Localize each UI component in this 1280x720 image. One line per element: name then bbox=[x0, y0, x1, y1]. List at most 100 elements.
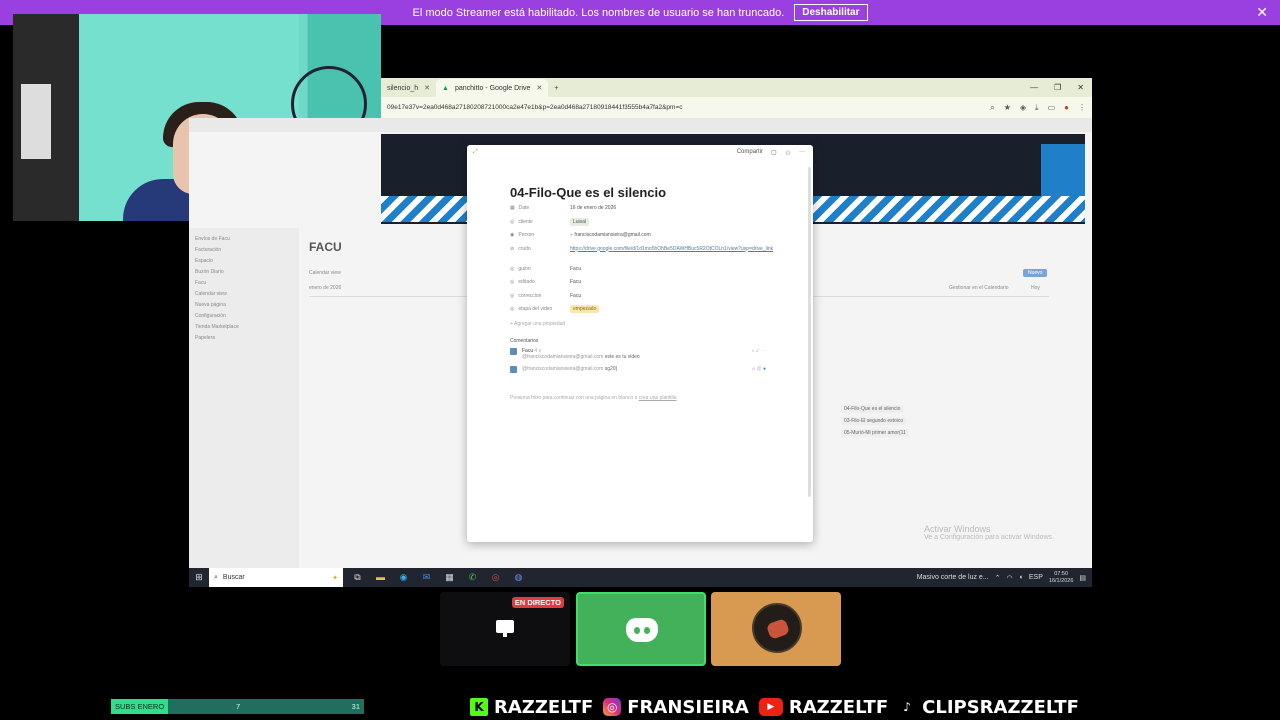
add-property-button[interactable]: + Agregar una propiedad bbox=[510, 321, 780, 327]
minimize-icon[interactable]: — bbox=[1030, 83, 1038, 92]
modal-scrollbar[interactable] bbox=[808, 167, 811, 497]
mention-icon[interactable]: @ bbox=[757, 366, 762, 372]
property-row[interactable]: ◎ correccion Facu bbox=[510, 293, 780, 307]
calendar-event[interactable]: 03-Filo-El segundo estoico bbox=[841, 417, 907, 425]
property-row[interactable]: ◉ Person ● franciscodamiansieira@gmail.com bbox=[510, 232, 780, 246]
speaker-icon[interactable]: ◖ bbox=[1019, 574, 1023, 581]
url-text[interactable]: 09e17e37v=2ea0d468a27180208721000ca2e47e… bbox=[387, 104, 990, 111]
share-button[interactable]: Compartir bbox=[737, 149, 763, 157]
sidebar-item[interactable]: Facu bbox=[195, 280, 293, 291]
manage-calendar-link[interactable]: Gestionar en el Calendario bbox=[949, 285, 1008, 291]
sidebar-item[interactable]: Espacio bbox=[195, 258, 293, 269]
property-row[interactable]: ▦ Date 16 de enero de 2026 bbox=[510, 205, 780, 219]
sidebar-item[interactable]: Envíos de Facu bbox=[195, 236, 293, 247]
zoom-icon[interactable]: ⌕ bbox=[990, 103, 994, 113]
calendar-icon: ▦ bbox=[510, 205, 515, 211]
property-key-label: Person bbox=[518, 232, 535, 238]
close-window-icon[interactable]: ✕ bbox=[1077, 83, 1084, 92]
profile-avatar-icon[interactable]: ● bbox=[1064, 103, 1069, 113]
property-value-text: 16 de enero de 2026 bbox=[570, 205, 617, 211]
wifi-icon[interactable]: ◠ bbox=[1007, 574, 1013, 582]
property-value[interactable]: ● franciscodamiansieira@gmail.com bbox=[570, 232, 780, 238]
language-indicator[interactable]: ESP bbox=[1029, 574, 1043, 581]
property-row[interactable]: ◎ guion Facu bbox=[510, 266, 780, 280]
property-row[interactable]: ⊘ crudo https://drive.google.com/file/d/1d… bbox=[510, 246, 780, 266]
property-value-text: Luisal bbox=[570, 217, 590, 226]
month-label: enero de 2026 bbox=[309, 285, 342, 291]
more-menu-icon[interactable]: ··· bbox=[799, 149, 805, 157]
maximize-icon[interactable]: ❐ bbox=[1054, 83, 1061, 92]
subs-goal: 31 bbox=[351, 702, 360, 711]
send-icon[interactable]: ● bbox=[763, 366, 766, 372]
call-tile-screen-share[interactable]: EN DIRECTO bbox=[440, 592, 570, 666]
bookmark-star-icon[interactable]: ★ bbox=[1004, 103, 1011, 113]
live-badge: EN DIRECTO bbox=[511, 597, 564, 608]
call-tile-avatar-user[interactable] bbox=[711, 592, 841, 666]
tab-google-drive[interactable]: ▲ panchitto - Google Drive ✕ bbox=[436, 79, 549, 97]
close-tab-icon[interactable]: ✕ bbox=[424, 84, 430, 92]
store-icon[interactable]: ▦ bbox=[443, 572, 456, 583]
comment-input-row[interactable]: @franciscodamiansieira@gmail.com sg20| ⌀… bbox=[510, 366, 766, 373]
call-tile-discord-user[interactable] bbox=[576, 592, 706, 666]
file-explorer-icon[interactable]: ▬ bbox=[374, 572, 387, 583]
sidebar-icon[interactable]: ▭ bbox=[1048, 103, 1056, 113]
tray-overflow-icon[interactable]: ⌃ bbox=[995, 574, 1001, 582]
news-widget[interactable]: Masivo corte de luz e... bbox=[917, 574, 989, 581]
opera-icon[interactable]: ◍ bbox=[512, 572, 525, 583]
property-value-text: Facu bbox=[570, 279, 582, 285]
edge-icon[interactable]: ◉ bbox=[397, 572, 410, 583]
sidebar-item[interactable]: Calendar view bbox=[195, 291, 293, 302]
mail-icon[interactable]: ✉ bbox=[420, 572, 433, 583]
property-row[interactable]: ◎ editado Facu bbox=[510, 279, 780, 293]
address-bar[interactable]: 09e17e37v=2ea0d468a27180208721000ca2e47e… bbox=[381, 97, 1092, 118]
property-value[interactable]: Facu bbox=[570, 279, 780, 285]
property-value[interactable]: Luisal bbox=[570, 217, 780, 226]
property-value[interactable]: Facu bbox=[570, 266, 780, 272]
download-icon[interactable]: ⤓ bbox=[1035, 103, 1039, 113]
attach-icon[interactable]: ⌀ bbox=[752, 366, 755, 372]
whatsapp-icon[interactable]: ✆ bbox=[466, 572, 479, 583]
sidebar-item[interactable]: Configuración bbox=[195, 313, 293, 324]
property-row[interactable]: ◎ cliente Luisal bbox=[510, 217, 780, 233]
clock[interactable]: 07:50 16/1/2026 bbox=[1049, 571, 1073, 585]
sidebar-item[interactable]: Papelera bbox=[195, 335, 293, 346]
tab-notion[interactable]: silencio_h ✕ bbox=[381, 79, 436, 97]
property-value[interactable]: 16 de enero de 2026 bbox=[570, 205, 780, 211]
property-row[interactable]: ◎ etapa del video empezado bbox=[510, 305, 780, 320]
page-title[interactable]: 04-Filo-Que es el silencio bbox=[510, 185, 666, 200]
close-icon[interactable]: ✕ bbox=[1256, 4, 1268, 21]
disable-button[interactable]: Deshabilitar bbox=[794, 4, 868, 21]
extensions-icon[interactable]: ◈ bbox=[1020, 103, 1026, 113]
tiktok-handle: CLIPSRAZZELTF bbox=[922, 696, 1079, 718]
comment-actions[interactable]: ⌕ ✓ ··· bbox=[752, 348, 766, 354]
property-value[interactable]: https://drive.google.com/file/d/1d1mo5hO… bbox=[570, 246, 780, 253]
comment-input-mention[interactable]: @franciscodamiansieira@gmail.com bbox=[522, 366, 603, 372]
new-tab-button[interactable]: + bbox=[548, 79, 564, 97]
expand-icon[interactable]: ⤢ bbox=[473, 149, 478, 156]
comment-icon[interactable]: ▢ bbox=[771, 149, 777, 157]
property-key: ▦ Date bbox=[510, 205, 570, 211]
notifications-icon[interactable]: ▤ bbox=[1079, 574, 1086, 582]
comment-input-text[interactable]: sg20 bbox=[605, 366, 616, 372]
today-button[interactable]: Hoy bbox=[1031, 285, 1040, 291]
property-value[interactable]: Facu bbox=[570, 293, 780, 299]
calendar-event[interactable]: 05-Murió-Mi primer amor(11 bbox=[841, 429, 909, 437]
sidebar-item[interactable]: Buzón Diario bbox=[195, 269, 293, 280]
menu-icon[interactable]: ⋮ bbox=[1078, 103, 1086, 113]
chrome-icon[interactable]: ◎ bbox=[489, 572, 502, 583]
taskbar-search[interactable]: ⌕ Buscar ✦ bbox=[209, 568, 343, 587]
favorite-star-icon[interactable]: ☆ bbox=[785, 149, 791, 157]
close-tab-icon[interactable]: ✕ bbox=[536, 84, 542, 92]
sidebar-item[interactable]: Nueva página bbox=[195, 302, 293, 313]
view-tab[interactable]: Calendar view bbox=[309, 270, 341, 276]
create-template-link[interactable]: crea una plantilla bbox=[639, 395, 677, 401]
property-value[interactable]: empezado bbox=[570, 305, 780, 313]
sidebar-item[interactable]: Facturación bbox=[195, 247, 293, 258]
sidebar-item[interactable]: Tienda Marketplace bbox=[195, 324, 293, 335]
task-view-icon[interactable]: ⧉ bbox=[351, 572, 364, 583]
calendar-event[interactable]: 04-Filo-Que es el silencio bbox=[841, 405, 904, 413]
new-button[interactable]: Nuevo bbox=[1023, 269, 1048, 277]
copilot-icon[interactable]: ✦ bbox=[332, 574, 338, 582]
windows-start-icon[interactable]: ⊞ bbox=[189, 572, 209, 583]
comment-mention[interactable]: @franciscodamiansieira@gmail.com bbox=[522, 354, 603, 360]
